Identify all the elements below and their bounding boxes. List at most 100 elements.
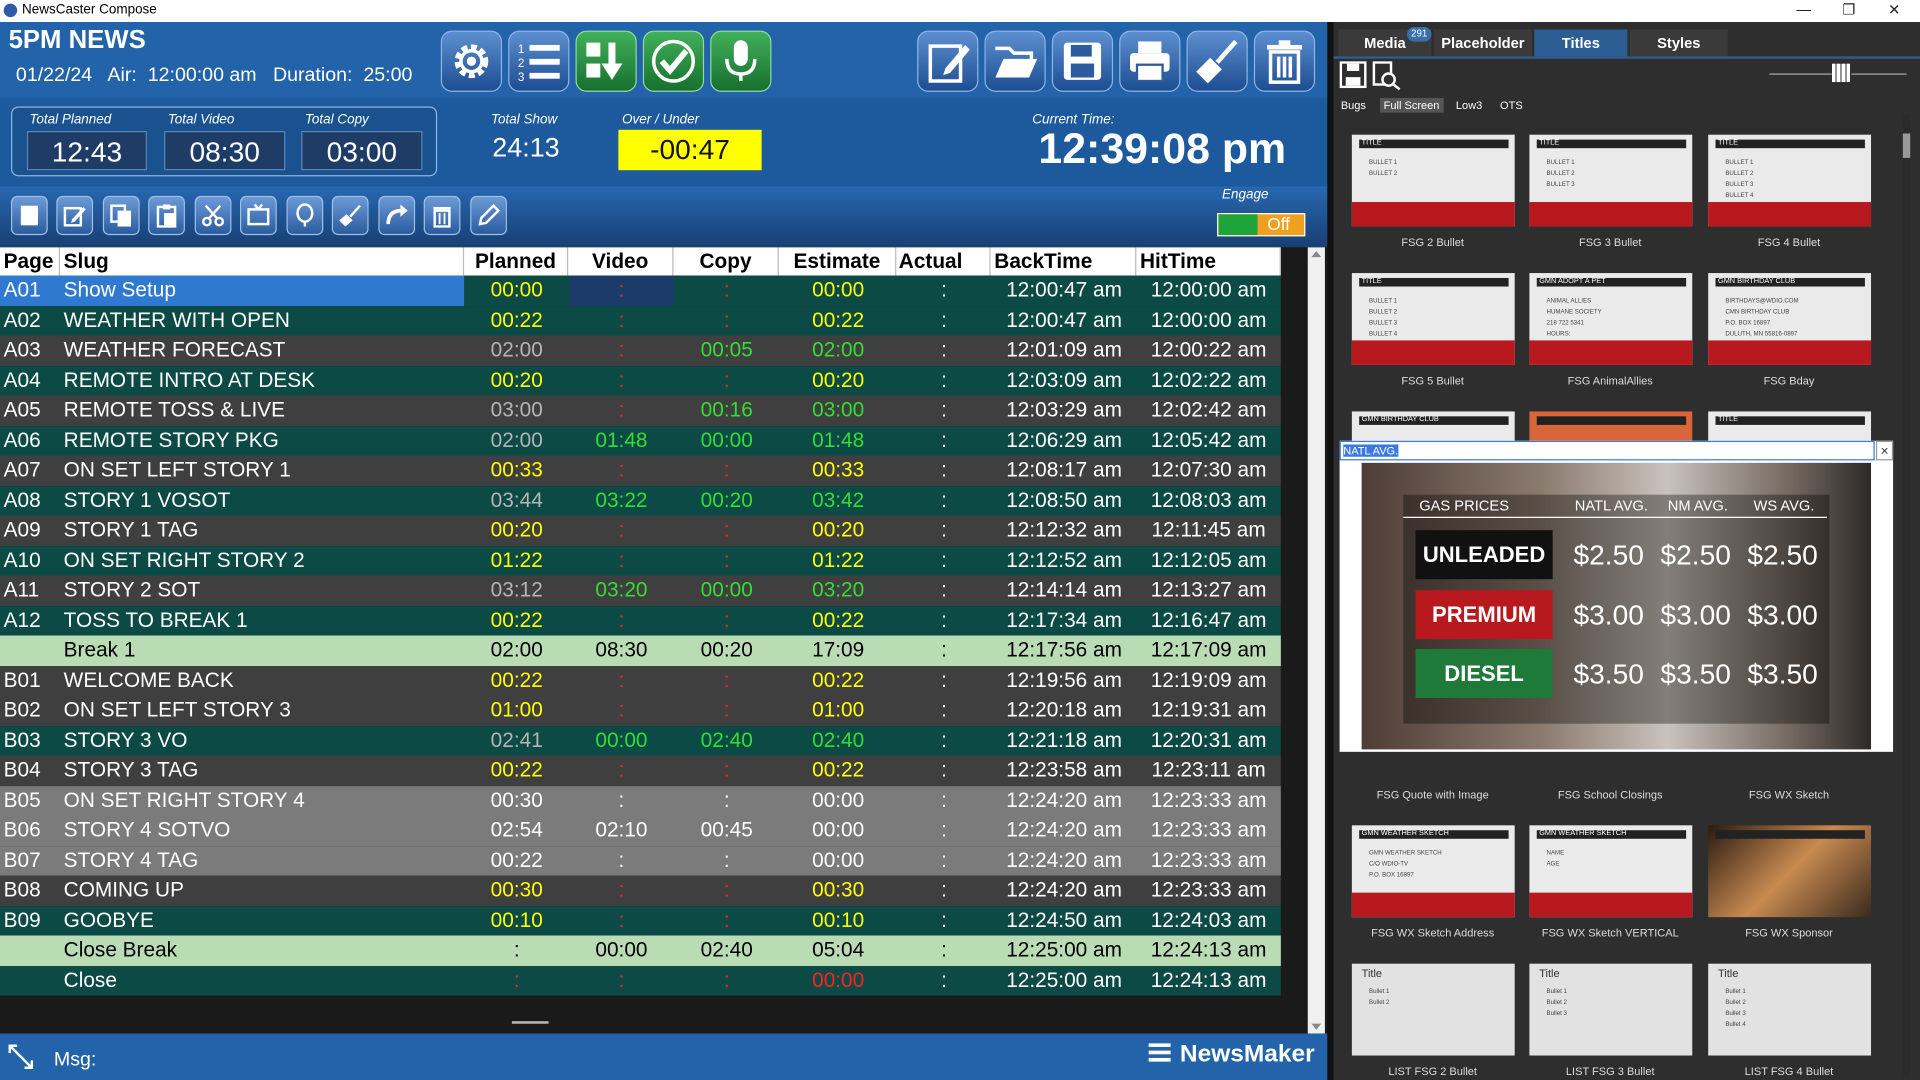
template-thumbnail[interactable]: GMN ADOPT A PET ANIMAL ALLIES HUMANE SOCIE… — [1529, 273, 1693, 365]
row-slug[interactable]: Close Break — [64, 936, 177, 966]
table-row[interactable]: A07 ON SET LEFT STORY 1 00:33:: 00:33: 12:08… — [0, 455, 1281, 486]
preview-close-button[interactable]: × — [1875, 440, 1894, 461]
row-slug[interactable]: GOOBYE — [64, 906, 154, 936]
row-slug[interactable]: STORY 3 TAG — [64, 756, 199, 786]
rundown-list-button[interactable]: 123 — [508, 30, 570, 92]
scroll-up-arrow[interactable] — [1311, 251, 1322, 258]
table-row[interactable]: B07 STORY 4 TAG 00:22:: 00:00: 12:24:20 am 12… — [0, 845, 1281, 876]
clean-story-button[interactable] — [331, 195, 369, 236]
table-row[interactable]: B09 GOOBYE 00:10:: 00:10: 12:24:50 am 12:24:0… — [0, 905, 1281, 936]
subtab-bugs[interactable]: Bugs — [1341, 98, 1366, 113]
tab-styles[interactable]: Styles — [1629, 29, 1728, 57]
delete-button[interactable] — [1253, 30, 1316, 92]
table-row[interactable]: B01 WELCOME BACK 00:22:: 00:22: 12:19:56 am 1… — [0, 665, 1281, 696]
table-row[interactable]: Break 1 02:00 08:30 00:20 17:09: 12:17:56 am 1… — [0, 635, 1281, 666]
row-slug[interactable]: COMING UP — [64, 876, 184, 906]
row-slug[interactable]: STORY 4 TAG — [64, 846, 199, 876]
edit-story-toolbar-button[interactable] — [56, 195, 94, 236]
table-row[interactable]: A09 STORY 1 TAG 00:20:: 00:20: 12:12:32 am 12… — [0, 515, 1281, 546]
template-scrollbar[interactable] — [1902, 115, 1911, 1077]
table-resize-handle[interactable] — [511, 1021, 549, 1024]
table-row[interactable]: Close::: 00:00: 12:25:00 am 12:24:13 am — [0, 965, 1281, 996]
table-row[interactable]: A06 REMOTE STORY PKG 02:00 01:48 00:00 01:48:… — [0, 425, 1281, 456]
table-row[interactable]: A11 STORY 2 SOT 03:12 03:20 00:00 03:20: 12:14… — [0, 575, 1281, 606]
col-page[interactable]: Page — [0, 247, 61, 276]
table-row[interactable]: A08 STORY 1 VOSOT 03:44 03:22 00:20 03:42: 12:… — [0, 485, 1281, 516]
template-scrollbar-thumb[interactable] — [1902, 133, 1911, 158]
preview-search-icon[interactable] — [1371, 61, 1401, 91]
table-row[interactable]: A12 TOSS TO BREAK 1 00:22:: 00:22: 12:17:34 … — [0, 605, 1281, 636]
template-thumbnail[interactable]: Title Bullet 1 Bullet 2 Bullet 3 Bullet 4 — [1708, 963, 1872, 1056]
tab-placeholder[interactable]: Placeholder — [1433, 29, 1532, 57]
col-hittime[interactable]: HitTime — [1136, 247, 1281, 276]
row-slug[interactable]: Break 1 — [64, 636, 136, 666]
close-window-button[interactable]: ✕ — [1876, 0, 1913, 22]
save-icon[interactable] — [1339, 61, 1367, 89]
row-slug[interactable]: Show Setup — [64, 276, 176, 306]
undo-button[interactable] — [378, 195, 416, 236]
table-row[interactable]: B06 STORY 4 SOTVO 02:54 02:10 00:45 00:00: 12:… — [0, 815, 1281, 846]
edit-story-button[interactable] — [917, 30, 979, 92]
row-slug[interactable]: STORY 4 SOTVO — [64, 816, 231, 846]
template-thumbnail[interactable]: GMN WEATHER SKETCH GMN WEATHER SKETCH C/O … — [1351, 825, 1515, 918]
template-thumbnail[interactable]: TITLE BULLET 1 BULLET 2 BULLET 3 — [1529, 134, 1693, 227]
row-slug[interactable]: STORY 2 SOT — [64, 576, 201, 606]
table-scrollbar[interactable] — [1307, 247, 1325, 1034]
clean-button[interactable] — [1186, 30, 1248, 92]
copy-button[interactable] — [102, 195, 140, 236]
row-slug[interactable]: ON SET RIGHT STORY 2 — [64, 546, 305, 576]
zoom-slider-handle[interactable] — [1831, 63, 1852, 83]
template-thumbnail[interactable]: TITLE BULLET 1 BULLET 2 BULLET 3 BULLET 4 — [1708, 134, 1872, 227]
table-row[interactable]: A02 WEATHER WITH OPEN 00:22:: 00:22: 12:00:4… — [0, 305, 1281, 336]
float-button[interactable] — [286, 195, 324, 236]
microphone-button[interactable] — [710, 30, 772, 92]
row-slug[interactable]: TOSS TO BREAK 1 — [64, 606, 248, 636]
col-copy[interactable]: Copy — [673, 247, 779, 276]
table-row[interactable]: B05 ON SET RIGHT STORY 4 00:30:: 00:00: 12:2… — [0, 785, 1281, 816]
subtab-full-screen[interactable]: Full Screen — [1380, 97, 1444, 113]
col-planned[interactable]: Planned — [464, 247, 569, 276]
row-slug[interactable]: WEATHER FORECAST — [64, 336, 286, 366]
pencil-button[interactable] — [470, 195, 507, 236]
template-thumbnail[interactable]: Title Bullet 1 Bullet 2 — [1351, 963, 1515, 1056]
template-thumbnail[interactable]: GMN WEATHER SKETCH NAME AGE — [1529, 825, 1693, 918]
paste-button[interactable] — [148, 195, 185, 236]
template-thumbnail[interactable]: GMN BIRTHDAY CLUB BIRTHDAYS@WDIO.COM CMN B… — [1708, 273, 1872, 365]
cut-button[interactable] — [194, 195, 232, 236]
row-slug[interactable]: REMOTE TOSS & LIVE — [64, 396, 285, 426]
delete-story-button[interactable] — [423, 195, 461, 236]
col-slug[interactable]: Slug — [60, 247, 465, 276]
preview-text-input[interactable]: NATL AVG. — [1339, 440, 1875, 461]
col-estimate[interactable]: Estimate — [779, 247, 897, 276]
row-slug[interactable]: ON SET LEFT STORY 3 — [64, 696, 291, 726]
table-row[interactable]: B04 STORY 3 TAG 00:22:: 00:22: 12:23:58 am 12… — [0, 755, 1281, 786]
new-story-button[interactable] — [11, 195, 48, 236]
table-row[interactable]: B02 ON SET LEFT STORY 3 01:00:: 01:00: 12:20… — [0, 695, 1281, 726]
row-slug[interactable]: ON SET RIGHT STORY 4 — [64, 786, 305, 816]
row-slug[interactable]: STORY 1 TAG — [64, 516, 199, 546]
maximize-button[interactable]: ❐ — [1831, 0, 1868, 22]
template-thumbnail[interactable]: TITLEBULLET 1BULLET 2BULLET 3BULLET 4BUL… — [1351, 273, 1515, 365]
tab-titles[interactable]: Titles — [1534, 29, 1628, 57]
row-slug[interactable]: STORY 1 VOSOT — [64, 486, 231, 516]
row-slug[interactable]: WEATHER WITH OPEN — [64, 306, 290, 336]
table-row[interactable]: A10 ON SET RIGHT STORY 2 01:22:: 01:22: 12:1… — [0, 545, 1281, 576]
table-row[interactable]: B03 STORY 3 VO 02:41 00:00 02:40 02:40: 12:21:… — [0, 725, 1281, 756]
settings-button[interactable] — [440, 30, 503, 92]
row-slug[interactable]: Close — [64, 966, 117, 996]
engage-toggle[interactable]: Off — [1217, 213, 1306, 237]
table-row[interactable]: Close Break: 00:00 02:40 05:04: 12:25:00 am 1… — [0, 935, 1281, 966]
row-slug[interactable]: REMOTE STORY PKG — [64, 426, 279, 456]
col-video[interactable]: Video — [568, 247, 674, 276]
insert-break-button[interactable] — [240, 195, 277, 236]
row-slug[interactable]: REMOTE INTRO AT DESK — [64, 366, 315, 396]
table-row[interactable]: B08 COMING UP 00:30:: 00:30: 12:24:20 am 12:2… — [0, 875, 1281, 906]
open-button[interactable] — [984, 30, 1046, 92]
table-row[interactable]: A03 WEATHER FORECAST 02:00: 00:05 02:00: 12:0… — [0, 335, 1281, 366]
row-slug[interactable]: ON SET LEFT STORY 1 — [64, 456, 291, 486]
col-actual[interactable]: Actual — [896, 247, 991, 276]
table-row[interactable]: A01 Show Setup 00:00:: 00:00: 12:00:47 am 12:… — [0, 275, 1281, 306]
minimize-button[interactable]: — — [1785, 0, 1822, 22]
approve-button[interactable] — [642, 30, 705, 92]
template-thumbnail[interactable]: Title Bullet 1 Bullet 2 Bullet 3 — [1529, 963, 1693, 1056]
